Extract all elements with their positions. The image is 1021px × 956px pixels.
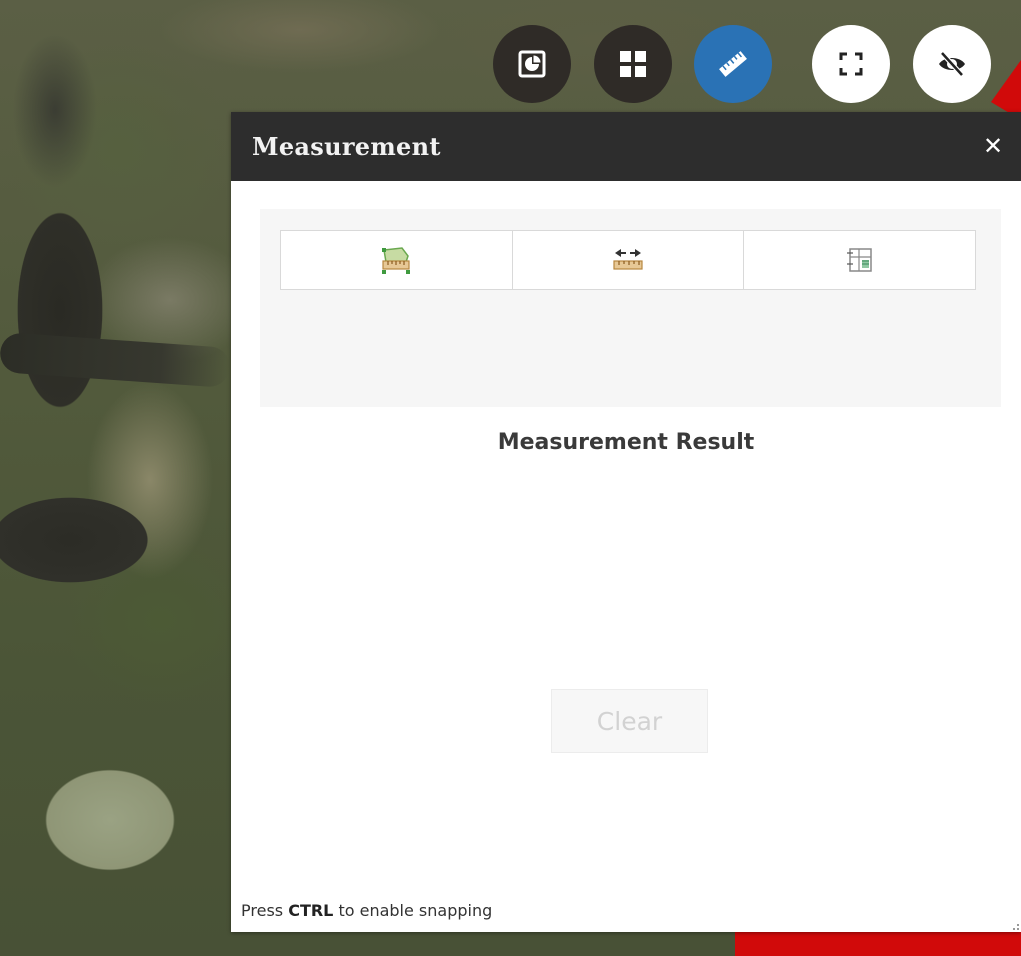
pie-chart-icon [518, 50, 546, 78]
grid-widget-button[interactable] [594, 25, 672, 103]
eye-off-icon [939, 51, 965, 77]
location-tool-button[interactable] [744, 231, 975, 289]
distance-measure-icon [613, 249, 643, 270]
grid-icon [620, 51, 646, 77]
fullscreen-button[interactable] [812, 25, 890, 103]
map-river [0, 332, 232, 388]
distance-tool-button[interactable] [513, 231, 745, 289]
area-tool-button[interactable] [281, 231, 513, 289]
measurement-tool-row [280, 230, 976, 290]
measurement-panel: Measurement ✕ Measurement Result Clear P… [231, 112, 1021, 932]
widget-toolbar [0, 25, 1021, 105]
fullscreen-icon [839, 52, 863, 76]
snap-hint-prefix: Press [241, 901, 289, 920]
panel-header[interactable]: Measurement ✕ [231, 112, 1021, 181]
pie-chart-widget-button[interactable] [493, 25, 571, 103]
measurement-tools-area [260, 209, 1001, 407]
close-button[interactable]: ✕ [979, 132, 1007, 160]
snapping-hint: Press CTRL to enable snapping [241, 901, 492, 920]
snap-hint-suffix: to enable snapping [333, 901, 493, 920]
measurement-result-title: Measurement Result [497, 430, 755, 455]
panel-title: Measurement [252, 132, 441, 161]
hide-button[interactable] [913, 25, 991, 103]
ruler-icon [719, 51, 747, 77]
area-measure-icon [382, 247, 411, 274]
clear-button[interactable]: Clear [551, 689, 708, 753]
resize-handle[interactable] [1009, 920, 1019, 930]
location-measure-icon [846, 248, 872, 272]
snap-hint-key: CTRL [288, 901, 334, 920]
measurement-widget-button[interactable] [694, 25, 772, 103]
